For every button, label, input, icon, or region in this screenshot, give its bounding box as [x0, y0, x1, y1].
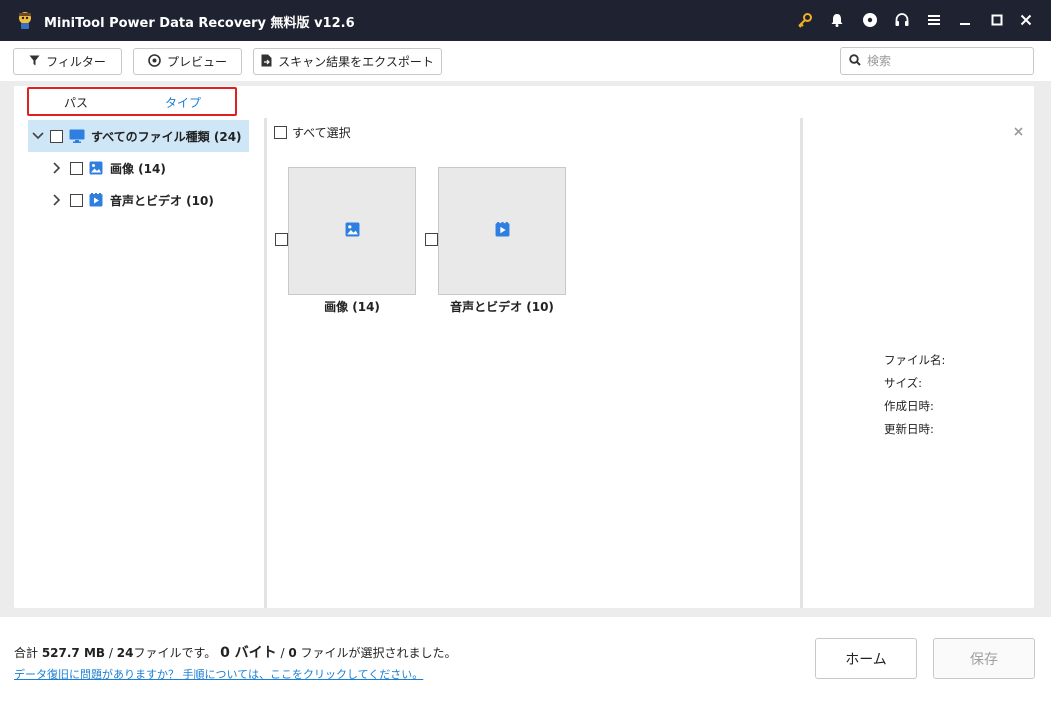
filter-button[interactable]: フィルター: [13, 48, 122, 75]
search-icon: [849, 54, 861, 69]
chevron-right-icon[interactable]: [50, 193, 64, 207]
menu-icon[interactable]: [925, 11, 943, 29]
summary-selected-text: ファイルが選択されました。: [297, 646, 457, 660]
home-button[interactable]: ホーム: [815, 638, 917, 679]
summary-separator: /: [105, 646, 117, 660]
item-checkbox-images[interactable]: [275, 233, 288, 246]
tree-checkbox-audio-video[interactable]: [70, 194, 83, 207]
summary-total-size: 527.7 MB: [42, 646, 105, 660]
tab-type[interactable]: タイプ: [165, 94, 201, 111]
thumbnail-images[interactable]: [288, 167, 416, 295]
select-all[interactable]: すべて選択: [274, 124, 351, 141]
thumbnail-label-images: 画像 (14): [288, 298, 416, 315]
disc-icon[interactable]: [861, 11, 879, 29]
tree-item-images[interactable]: 画像 (14): [50, 152, 249, 184]
file-name-label: ファイル名:: [884, 352, 945, 368]
tabs-highlight-box: [27, 87, 237, 116]
modified-label: 更新日時:: [884, 421, 934, 437]
close-preview-icon[interactable]: [1011, 124, 1025, 138]
export-file-icon: [261, 54, 272, 70]
select-all-checkbox[interactable]: [274, 126, 287, 139]
tree-label-all: すべてのファイル種類 (24): [91, 128, 242, 145]
created-label: 作成日時:: [884, 398, 934, 414]
monitor-icon: [69, 129, 85, 143]
toolbar: フィルター プレビュー スキャン結果をエクスポート: [0, 41, 1051, 86]
title-bar: MiniTool Power Data Recovery 無料版 v12.6: [0, 0, 1051, 41]
selection-summary: 合計 527.7 MB / 24ファイルです。 0 バイト / 0 ファイルが選…: [14, 642, 457, 662]
preview-button[interactable]: プレビュー: [133, 48, 242, 75]
funnel-icon: [29, 55, 40, 69]
pane-divider-right[interactable]: [800, 118, 803, 608]
tree-item-all-file-types[interactable]: すべてのファイル種類 (24): [28, 120, 249, 152]
tree-label-audio-video: 音声とビデオ (10): [110, 192, 214, 209]
summary-total-prefix: 合計: [14, 646, 42, 660]
export-label: スキャン結果をエクスポート: [278, 53, 434, 70]
tab-path[interactable]: パス: [64, 94, 88, 111]
tree-checkbox-images[interactable]: [70, 162, 83, 175]
key-icon[interactable]: [796, 11, 814, 29]
media-icon: [495, 222, 510, 240]
thumbnail-audio-video[interactable]: [438, 167, 566, 295]
search-box: [840, 47, 1034, 75]
select-all-label: すべて選択: [292, 124, 351, 141]
search-input[interactable]: [867, 54, 1027, 68]
summary-selected-separator: /: [277, 646, 289, 660]
app-title: MiniTool Power Data Recovery 無料版 v12.6: [44, 12, 355, 31]
summary-total-files: 24: [117, 646, 134, 660]
eye-icon: [148, 54, 161, 70]
tree-label-images: 画像 (14): [110, 160, 166, 177]
summary-files-text: ファイルです。: [133, 646, 220, 660]
bell-icon[interactable]: [828, 11, 846, 29]
filter-label: フィルター: [46, 53, 106, 70]
thumbnail-label-audio-video: 音声とビデオ (10): [438, 298, 566, 315]
headset-icon[interactable]: [893, 11, 911, 29]
save-button[interactable]: 保存: [933, 638, 1035, 679]
image-icon: [345, 222, 360, 240]
summary-selected-files: 0: [288, 646, 296, 660]
minimize-icon[interactable]: [956, 11, 974, 29]
chevron-right-icon[interactable]: [50, 161, 64, 175]
close-icon[interactable]: [1017, 11, 1035, 29]
export-scan-results-button[interactable]: スキャン結果をエクスポート: [253, 48, 442, 75]
chevron-down-icon[interactable]: [31, 129, 45, 143]
media-icon: [89, 193, 103, 207]
maximize-icon[interactable]: [988, 11, 1006, 29]
help-link[interactable]: データ復旧に問題がありますか？ 手順については、ここをクリックしてください。: [14, 666, 423, 682]
app-logo-icon: [14, 9, 36, 31]
pane-divider-left[interactable]: [264, 118, 267, 608]
size-label: サイズ:: [884, 375, 922, 391]
tree-item-audio-video[interactable]: 音声とビデオ (10): [50, 184, 249, 216]
image-icon: [89, 161, 103, 175]
preview-label: プレビュー: [167, 53, 227, 70]
summary-selected-bytes: 0 バイト: [220, 645, 277, 661]
item-checkbox-audio-video[interactable]: [425, 233, 438, 246]
tree-checkbox-all[interactable]: [50, 130, 63, 143]
